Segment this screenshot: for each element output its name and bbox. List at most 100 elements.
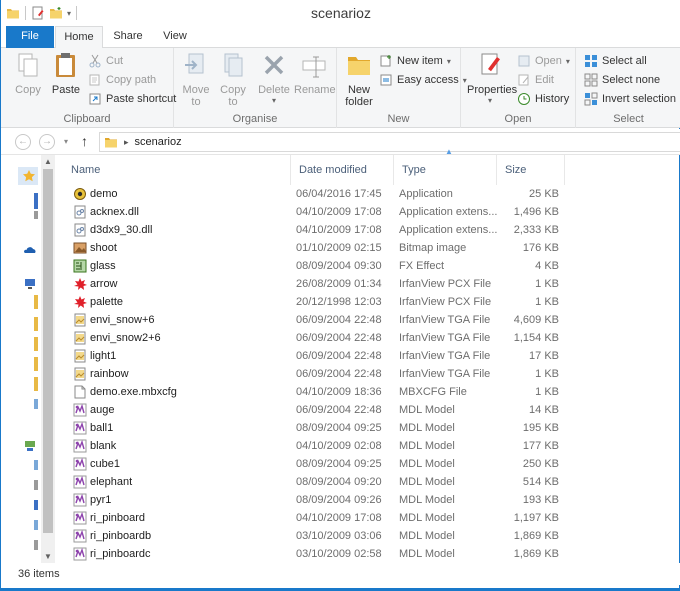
address-bar[interactable]: ▸ scenarioz [99,132,680,152]
paste-button[interactable]: Paste [49,51,83,96]
forward-button[interactable]: → [39,134,55,150]
file-row[interactable]: ball1 08/09/2004 09:25 MDL Model 195 KB [63,419,680,437]
column-header-size[interactable]: Size [497,155,565,185]
tab-home[interactable]: Home [55,26,103,49]
nav-item[interactable] [34,480,38,490]
invert-selection-button[interactable]: Invert selection [584,90,676,108]
nav-item-downloads[interactable] [34,211,38,219]
tab-view[interactable]: View [153,26,197,48]
file-row[interactable]: elephant 08/09/2004 09:20 MDL Model 514 KB [63,473,680,491]
nav-folder[interactable] [34,337,38,351]
file-size: 2,333 KB [513,224,559,236]
file-date-modified: 06/09/2004 22:48 [296,350,382,362]
file-row[interactable]: glass 08/09/2004 09:30 FX Effect 4 KB [63,257,680,275]
open-button[interactable]: Open ▾ [517,52,570,70]
history-button[interactable]: History [517,90,569,108]
edit-button[interactable]: Edit [517,71,554,89]
copy-to-button[interactable]: Copy to [215,51,251,108]
file-date-modified: 04/10/2009 17:08 [296,512,382,524]
clipboard-group: Copy Paste Cut Copy path Paste shortcut … [1,48,176,128]
column-header-name[interactable]: Name [63,155,291,185]
file-row[interactable]: envi_snow2+6 06/09/2004 22:48 IrfanView TG… [63,329,680,347]
scrollbar-thumb[interactable] [43,169,53,533]
scroll-down-arrow-icon[interactable]: ▼ [41,552,55,561]
nav-drive[interactable] [34,399,38,409]
file-row[interactable]: ri_pinboardb 03/10/2009 03:06 MDL Model 1,8… [63,527,680,545]
select-none-button[interactable]: Select none [584,71,660,89]
file-type: IrfanView TGA File [399,368,491,380]
file-row[interactable]: rainbow 06/09/2004 22:48 IrfanView TGA Fil… [63,365,680,383]
paste-shortcut-button[interactable]: Paste shortcut [88,90,176,108]
scissors-icon [89,54,101,68]
column-header-type[interactable]: Type [394,155,497,185]
delete-button[interactable]: Delete ▾ [254,51,294,105]
file-row[interactable]: ri_pinboard 04/10/2009 17:08 MDL Model 1,19… [63,509,680,527]
file-row[interactable]: d3dx9_30.dll 04/10/2009 17:08 Application … [63,221,680,239]
history-icon [518,93,530,105]
file-size: 514 KB [522,476,559,488]
new-item-button[interactable]: New item ▾ [379,52,451,70]
copy-label: Copy [15,84,41,96]
this-pc-icon[interactable] [24,278,36,290]
nav-item[interactable] [34,540,38,550]
nav-folder[interactable] [34,357,38,371]
nav-item[interactable] [34,520,38,530]
ribbon: Copy Paste Cut Copy path Paste shortcut … [1,48,680,128]
onedrive-icon[interactable] [24,244,36,256]
copy-path-button[interactable]: Copy path [88,71,156,89]
file-size: 195 KB [522,422,559,434]
select-all-icon [585,55,597,67]
back-button[interactable]: ← [15,134,31,150]
nav-item[interactable] [34,460,38,470]
nav-item[interactable] [34,500,38,510]
file-name: envi_snow+6 [90,314,155,326]
rename-button[interactable]: Rename [294,51,336,96]
properties-button[interactable]: Properties ▾ [467,51,517,105]
tab-share[interactable]: Share [106,26,150,48]
file-row[interactable]: pyr1 08/09/2004 09:26 MDL Model 193 KB [63,491,680,509]
move-to-button[interactable]: Move to [178,51,214,108]
fx-icon [73,259,87,273]
file-row[interactable]: arrow 26/08/2009 01:34 IrfanView PCX File 1… [63,275,680,293]
breadcrumb-current-folder[interactable]: scenarioz [135,136,182,148]
file-row[interactable]: light1 06/09/2004 22:48 IrfanView TGA File… [63,347,680,365]
star-favorites-icon[interactable] [22,169,36,183]
file-row[interactable]: cube1 08/09/2004 09:25 MDL Model 250 KB [63,455,680,473]
easy-access-button[interactable]: Easy access ▾ [379,71,467,89]
new-folder-icon [348,57,370,75]
open-label: Open [535,55,562,67]
file-date-modified: 01/10/2009 02:15 [296,242,382,254]
select-all-button[interactable]: Select all [584,52,647,70]
file-row[interactable]: demo.exe.mbxcfg 04/10/2009 18:36 MBXCFG Fi… [63,383,680,401]
copy-button[interactable]: Copy [9,51,47,96]
file-type: MDL Model [399,512,455,524]
file-row[interactable]: shoot 01/10/2009 02:15 Bitmap image 176 KB [63,239,680,257]
file-row[interactable]: demo 06/04/2016 17:45 Application 25 KB [63,185,680,203]
nav-folder[interactable] [34,295,38,309]
file-row[interactable]: auge 06/09/2004 22:48 MDL Model 14 KB [63,401,680,419]
nav-item-desktop[interactable] [34,193,38,209]
file-date-modified: 26/08/2009 01:34 [296,278,382,290]
new-folder-button[interactable]: New folder [342,51,376,108]
cut-button[interactable]: Cut [88,52,123,70]
nav-folder[interactable] [34,317,38,331]
file-row[interactable]: palette 20/12/1998 12:03 IrfanView PCX Fil… [63,293,680,311]
navigation-pane-scrollbar[interactable]: ▲ ▼ [41,155,55,563]
file-name: light1 [90,350,117,362]
file-name: ball1 [90,422,114,434]
nav-folder[interactable] [34,377,38,391]
file-row[interactable]: blank 04/10/2009 02:08 MDL Model 177 KB [63,437,680,455]
history-label: History [535,93,570,105]
network-icon[interactable] [24,440,36,452]
tab-file[interactable]: File [6,26,54,48]
file-date-modified: 04/10/2009 18:36 [296,386,382,398]
select-none-label: Select none [602,74,661,86]
file-row[interactable]: acknex.dll 04/10/2009 17:08 Application ex… [63,203,680,221]
breadcrumb-separator-icon[interactable]: ▸ [124,137,129,148]
recent-locations-dropdown[interactable]: ▾ [64,137,68,146]
up-button[interactable]: ↑ [81,133,88,149]
scroll-up-arrow-icon[interactable]: ▲ [41,157,55,166]
column-header-date-modified[interactable]: Date modified [291,155,394,185]
file-row[interactable]: envi_snow+6 06/09/2004 22:48 IrfanView TGA… [63,311,680,329]
file-row[interactable]: ri_pinboardc 03/10/2009 02:58 MDL Model 1,8… [63,545,680,563]
